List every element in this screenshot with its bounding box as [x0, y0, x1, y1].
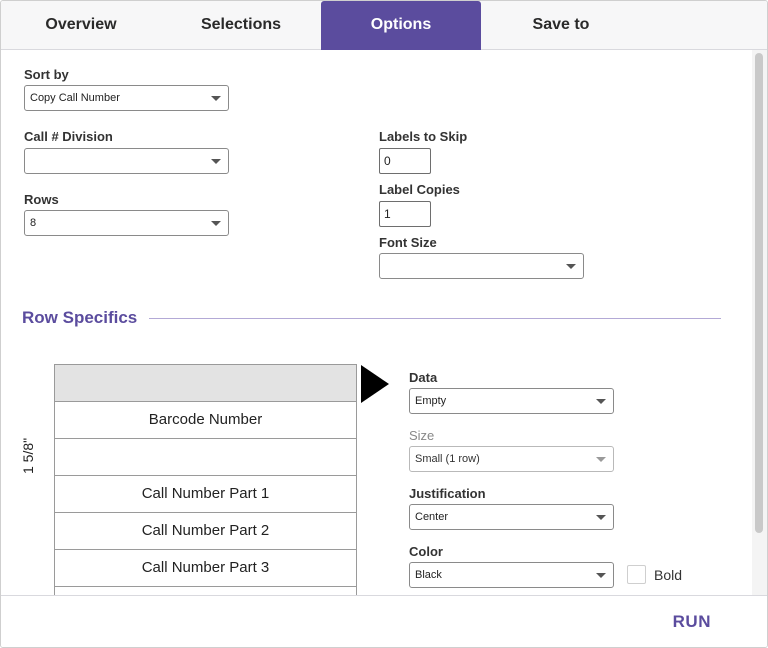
tab-options[interactable]: Options [321, 1, 481, 50]
label-row-3[interactable] [55, 438, 356, 475]
chevron-down-icon [596, 457, 606, 462]
label-row-2[interactable]: Barcode Number [55, 401, 356, 438]
tab-save-to[interactable]: Save to [481, 1, 641, 50]
rows-select[interactable]: 8 [24, 210, 229, 236]
options-panel: Sort by Copy Call Number Call # Division… [1, 50, 751, 595]
label-height-dimension: 1 5/8" [20, 437, 36, 474]
dialog-frame: Overview Selections Options Save to Sort… [0, 0, 768, 648]
dialog-footer: RUN [1, 595, 767, 647]
tab-bar: Overview Selections Options Save to [1, 1, 767, 50]
label-row-6[interactable]: Call Number Part 3 [55, 549, 356, 586]
chevron-down-icon [596, 399, 606, 404]
section-title-row-specifics: Row Specifics [22, 308, 138, 327]
vertical-scrollbar[interactable] [752, 50, 767, 595]
font-size-label: Font Size [379, 235, 437, 250]
call-division-label: Call # Division [24, 129, 113, 144]
chevron-down-icon [211, 159, 221, 164]
justification-label: Justification [409, 486, 486, 501]
labels-to-skip-label: Labels to Skip [379, 129, 468, 144]
color-select[interactable]: Black [409, 562, 614, 588]
justification-select[interactable]: Center [409, 504, 614, 530]
label-row-5[interactable]: Call Number Part 2 [55, 512, 356, 549]
sort-by-value: Copy Call Number [30, 92, 120, 104]
label-row-4[interactable]: Call Number Part 1 [55, 475, 356, 512]
sort-by-select[interactable]: Copy Call Number [24, 85, 229, 111]
label-row-diagram: Barcode Number Call Number Part 1 Call N… [54, 364, 357, 595]
color-label: Color [409, 544, 443, 559]
justification-value: Center [415, 511, 449, 523]
bold-label: Bold [654, 567, 683, 583]
label-row-1[interactable] [55, 364, 356, 401]
chevron-down-icon [596, 573, 606, 578]
data-value: Empty [415, 395, 447, 407]
selected-row-pointer-icon [361, 365, 389, 403]
chevron-down-icon [566, 264, 576, 269]
data-select[interactable]: Empty [409, 388, 614, 414]
label-row-7[interactable] [55, 586, 356, 595]
scrollbar-thumb[interactable] [755, 53, 763, 533]
size-select: Small (1 row) [409, 446, 614, 472]
chevron-down-icon [596, 515, 606, 520]
section-divider [149, 318, 721, 319]
size-value: Small (1 row) [415, 453, 480, 465]
call-division-select[interactable] [24, 148, 229, 174]
chevron-down-icon [211, 221, 221, 226]
font-size-select[interactable] [379, 253, 584, 279]
rows-label: Rows [24, 192, 59, 207]
tab-selections[interactable]: Selections [161, 1, 321, 50]
rows-value: 8 [30, 217, 37, 229]
label-copies-input[interactable] [379, 201, 431, 227]
labels-to-skip-input[interactable] [379, 148, 431, 174]
size-label: Size [409, 428, 435, 443]
run-button[interactable]: RUN [673, 612, 711, 632]
sort-by-label: Sort by [24, 67, 69, 82]
label-copies-label: Label Copies [379, 182, 460, 197]
bold-checkbox[interactable] [627, 565, 646, 584]
tab-overview[interactable]: Overview [1, 1, 161, 50]
chevron-down-icon [211, 96, 221, 101]
color-value: Black [415, 569, 442, 581]
data-label: Data [409, 370, 438, 385]
